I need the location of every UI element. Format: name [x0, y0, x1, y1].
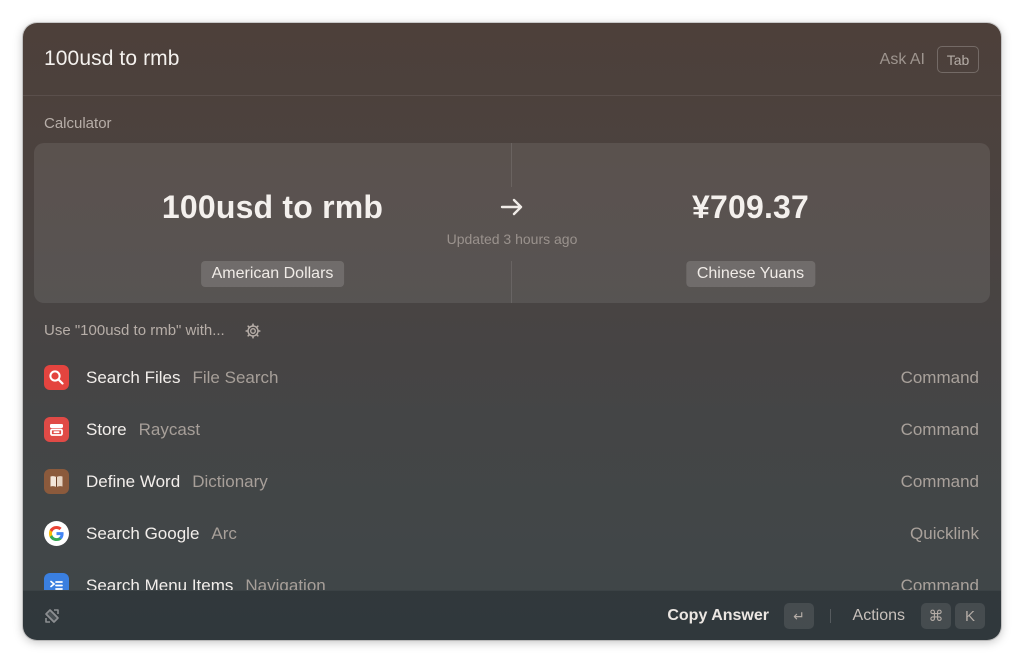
use-with-header: Use "100usd to rmb" with... — [44, 322, 261, 339]
list-item-title: Search Google — [86, 524, 200, 543]
search-input[interactable]: 100usd to rmb — [44, 47, 180, 71]
use-with-label: Use "100usd to rmb" with... — [44, 322, 225, 339]
list-item-title: Store — [86, 420, 127, 439]
list-item-title: Define Word — [86, 472, 181, 491]
list-item-type: Quicklink — [910, 524, 979, 543]
google-icon — [44, 521, 69, 546]
calc-output-value: ¥709.37 — [691, 189, 810, 225]
action-bar: Copy Answer ↵ Actions ⌘ K — [23, 590, 1001, 640]
calc-input-side: 100usd to rmb American Dollars — [34, 143, 511, 303]
calc-input-value: 100usd to rmb — [161, 189, 384, 225]
enter-key-hint: ↵ — [784, 603, 814, 629]
store-icon — [44, 417, 69, 442]
results-list: Search Files File Search Command Store Ray… — [23, 352, 1001, 590]
list-item[interactable]: Define Word Dictionary Command — [23, 456, 1001, 508]
dictionary-icon — [44, 469, 69, 494]
calc-output-unit: Chinese Yuans — [685, 261, 816, 287]
search-bar[interactable]: 100usd to rmb Ask AI Tab — [23, 23, 1001, 96]
list-item-type: Command — [900, 576, 979, 590]
search-files-icon — [44, 365, 69, 390]
gear-icon[interactable] — [245, 322, 261, 339]
list-item-subtitle: Dictionary — [192, 472, 268, 491]
list-item-subtitle: File Search — [192, 368, 279, 387]
calculator-card[interactable]: 100usd to rmb American Dollars Updated 3… — [34, 143, 990, 303]
calculator-section-title: Calculator — [44, 115, 112, 132]
list-item-subtitle: Raycast — [138, 420, 201, 439]
command-key-hint: ⌘ — [921, 603, 951, 629]
list-item-type: Command — [900, 420, 979, 439]
list-item[interactable]: Search Google Arc Quicklink — [23, 508, 1001, 560]
copy-answer-button[interactable]: Copy Answer — [667, 607, 769, 625]
raycast-logo-icon — [45, 609, 59, 623]
tab-key-hint: Tab — [937, 46, 979, 73]
list-item-subtitle: Arc — [211, 524, 237, 543]
list-item-title: Search Menu Items — [86, 576, 234, 590]
actions-button[interactable]: Actions — [853, 607, 905, 625]
menu-items-icon — [44, 573, 69, 590]
list-item-title: Search Files — [86, 368, 181, 387]
raycast-window: 100usd to rmb Ask AI Tab Calculator 100u… — [23, 23, 1001, 640]
footer-divider — [830, 609, 831, 623]
calc-input-unit: American Dollars — [200, 261, 345, 287]
list-item-type: Command — [900, 472, 979, 491]
list-item-subtitle: Navigation — [245, 576, 326, 590]
k-key-hint: K — [955, 603, 985, 629]
list-item[interactable]: Store Raycast Command — [23, 404, 1001, 456]
ask-ai-button[interactable]: Ask AI — [880, 51, 925, 69]
calc-output-side: ¥709.37 Chinese Yuans — [512, 143, 989, 303]
list-item[interactable]: Search Menu Items Navigation Command — [23, 560, 1001, 590]
list-item[interactable]: Search Files File Search Command — [23, 352, 1001, 404]
list-item-type: Command — [900, 368, 979, 387]
